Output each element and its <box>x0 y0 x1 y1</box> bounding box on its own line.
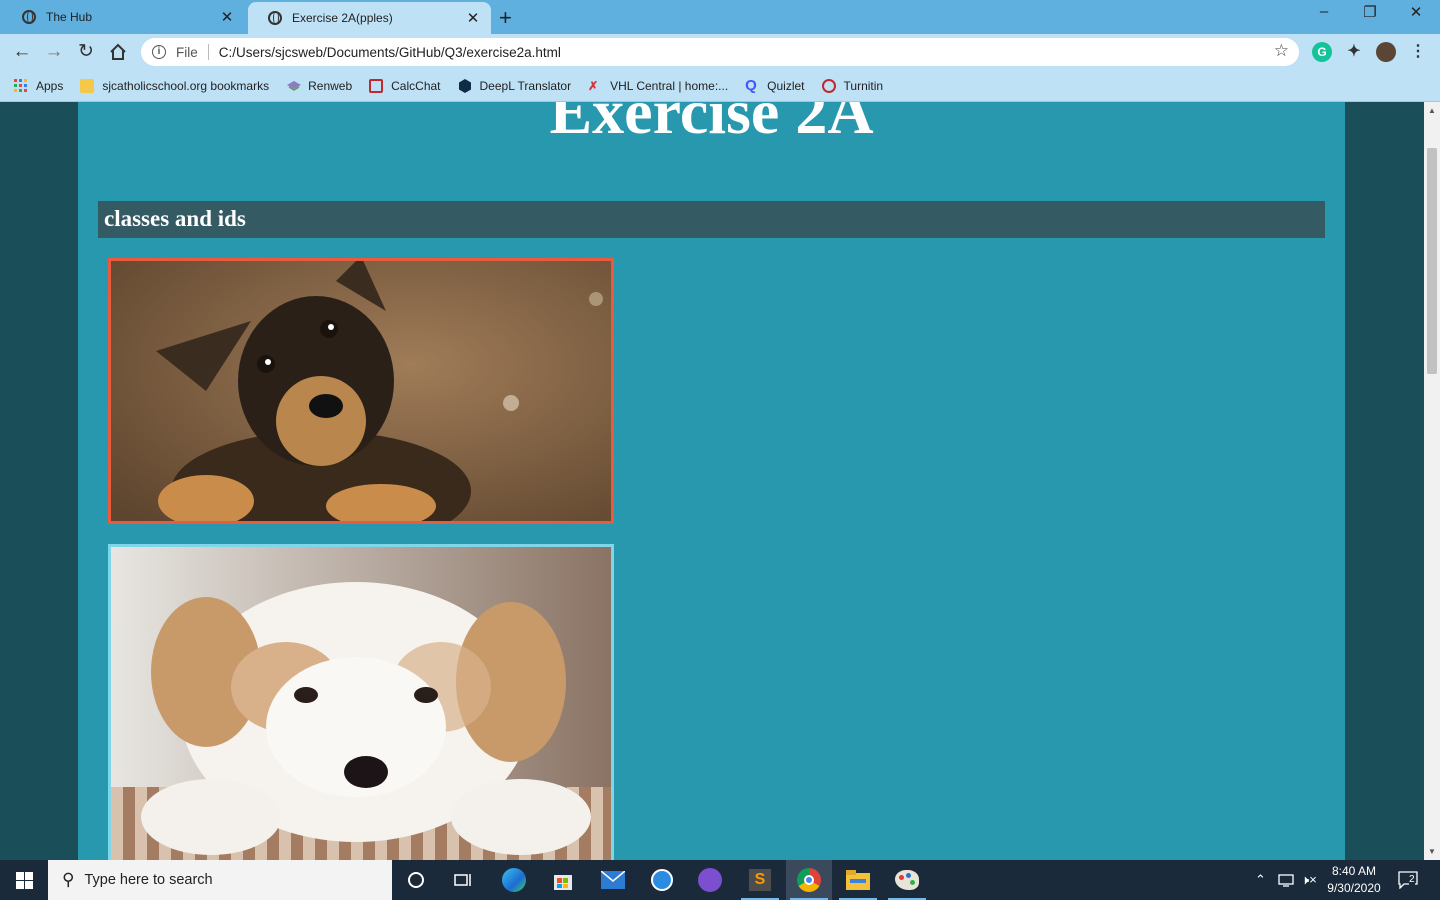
scroll-down-arrow-icon[interactable]: ▼ <box>1424 847 1440 856</box>
microsoft-store-icon[interactable] <box>540 860 586 900</box>
system-clock[interactable]: 8:40 AM 9/30/2020 <box>1318 863 1390 897</box>
back-icon[interactable]: ← <box>10 40 34 64</box>
taskbar-search-box[interactable]: ⚲ Type here to search <box>48 860 392 900</box>
action-center-icon[interactable]: 2 <box>1398 860 1418 900</box>
url-text[interactable]: C:/Users/sjcsweb/Documents/GitHub/Q3/exe… <box>219 45 561 60</box>
puppy-black-tan-photo-icon <box>111 261 611 521</box>
subheading-bar: classes and ids <box>98 201 1325 238</box>
windows-taskbar: ⚲ Type here to search S ⌃ 🕨× 8:40 AM 9/3… <box>0 860 1440 900</box>
apps-grid-icon <box>14 78 28 93</box>
scroll-up-arrow-icon[interactable]: ▲ <box>1424 106 1440 115</box>
puppy-white-fluffy-photo-icon <box>111 547 611 860</box>
profile-avatar[interactable] <box>1376 42 1396 62</box>
scrollbar-thumb[interactable] <box>1427 148 1437 374</box>
page-heading: Exercise 2A <box>549 102 874 147</box>
bookmark-label: CalcChat <box>391 78 441 93</box>
clock-time: 8:40 AM <box>1331 864 1377 878</box>
task-view-icon[interactable] <box>440 860 486 900</box>
bookmark-deepl[interactable]: DeepL Translator <box>458 78 572 93</box>
bookmark-label: Quizlet <box>767 78 805 93</box>
home-icon[interactable] <box>106 40 130 68</box>
paint-palette-icon[interactable] <box>884 860 930 900</box>
page-scrollbar[interactable]: ▲ ▼ <box>1424 102 1440 860</box>
notification-count: 2 <box>1409 874 1415 885</box>
maximize-button[interactable]: ❐ <box>1347 3 1393 21</box>
close-tab-icon[interactable]: ✕ <box>465 9 481 27</box>
globe-icon <box>22 10 36 24</box>
show-hidden-icons-chevron-icon[interactable]: ⌃ <box>1255 860 1266 900</box>
extensions-puzzle-icon[interactable]: ✦ <box>1344 42 1364 62</box>
address-bar[interactable]: i File C:/Users/sjcsweb/Documents/GitHub… <box>141 38 1299 66</box>
safari-compass-icon[interactable] <box>639 860 685 900</box>
file-explorer-icon[interactable] <box>835 860 881 900</box>
page-viewport: Exercise 2A classes and ids <box>0 102 1424 860</box>
search-icon: ⚲ <box>62 870 75 889</box>
tab-the-hub[interactable]: The Hub ✕ <box>2 0 245 34</box>
info-icon[interactable]: i <box>152 45 166 59</box>
cortana-icon[interactable] <box>393 860 439 900</box>
bookmark-label: sjcatholicschool.org bookmarks <box>102 78 270 93</box>
quizlet-icon: Q <box>745 76 757 94</box>
bookmark-calcchat[interactable]: CalcChat <box>369 78 441 93</box>
bookmark-label: Renweb <box>308 78 353 93</box>
bookmark-folder-sjcatholicschool[interactable]: sjcatholicschool.org bookmarks <box>80 78 270 93</box>
grammarly-icon[interactable]: G <box>1312 42 1332 62</box>
bookmark-vhl[interactable]: ✗ VHL Central | home:... <box>588 79 728 93</box>
bookmark-label: Turnitin <box>843 78 884 93</box>
purple-app-icon[interactable] <box>687 860 733 900</box>
scheme-label: File <box>176 44 198 60</box>
puppy-image-1 <box>108 258 614 524</box>
close-window-button[interactable]: ✕ <box>1393 3 1439 21</box>
edge-browser-icon[interactable] <box>491 860 537 900</box>
bookmark-renweb[interactable]: Renweb <box>286 79 352 93</box>
browser-toolbar: ← → ↻ i File C:/Users/sjcsweb/Documents/… <box>0 34 1440 70</box>
sublime-text-icon[interactable]: S <box>737 860 783 900</box>
chrome-icon[interactable] <box>786 860 832 900</box>
search-placeholder: Type here to search <box>84 872 213 888</box>
menu-kebab-icon[interactable]: ⋮ <box>1408 42 1428 62</box>
renweb-icon <box>286 79 302 93</box>
page-content: Exercise 2A classes and ids <box>78 102 1345 860</box>
bookmark-star-icon[interactable]: ☆ <box>1274 41 1289 61</box>
turnitin-icon <box>821 78 836 93</box>
windows-start-icon[interactable] <box>0 860 48 900</box>
tab-title: The Hub <box>46 10 93 24</box>
tab-exercise-2a[interactable]: Exercise 2A(pples) ✕ <box>248 2 491 34</box>
puppy-image-2 <box>108 544 614 860</box>
network-icon[interactable] <box>1278 860 1296 900</box>
calcchat-icon <box>369 78 384 93</box>
mail-icon[interactable] <box>590 860 636 900</box>
vhl-icon: ✗ <box>588 78 599 93</box>
bookmark-apps[interactable]: Apps <box>14 78 64 93</box>
bookmarks-bar: Apps sjcatholicschool.org bookmarks Renw… <box>0 70 1440 102</box>
minimize-button[interactable]: – <box>1301 3 1347 20</box>
reload-icon[interactable]: ↻ <box>74 40 98 64</box>
bookmark-turnitin[interactable]: Turnitin <box>821 78 884 93</box>
bookmark-label: DeepL Translator <box>479 78 572 93</box>
forward-icon[interactable]: → <box>42 40 66 64</box>
tab-strip: The Hub ✕ Exercise 2A(pples) ✕ + – ❐ ✕ <box>0 0 1440 34</box>
folder-icon <box>80 78 95 93</box>
subheading-text: classes and ids <box>104 206 246 231</box>
bookmark-label: VHL Central | home:... <box>610 78 729 93</box>
close-tab-icon[interactable]: ✕ <box>219 8 235 26</box>
volume-muted-icon[interactable]: 🕨× <box>1301 860 1317 900</box>
deepl-icon <box>458 78 472 93</box>
globe-icon <box>268 11 282 25</box>
bookmark-label: Apps <box>36 78 64 93</box>
new-tab-button[interactable]: + <box>499 5 512 31</box>
divider <box>207 44 209 60</box>
tab-title: Exercise 2A(pples) <box>292 11 393 25</box>
clock-date: 9/30/2020 <box>1327 881 1381 895</box>
bookmark-quizlet[interactable]: Q Quizlet <box>745 76 805 94</box>
